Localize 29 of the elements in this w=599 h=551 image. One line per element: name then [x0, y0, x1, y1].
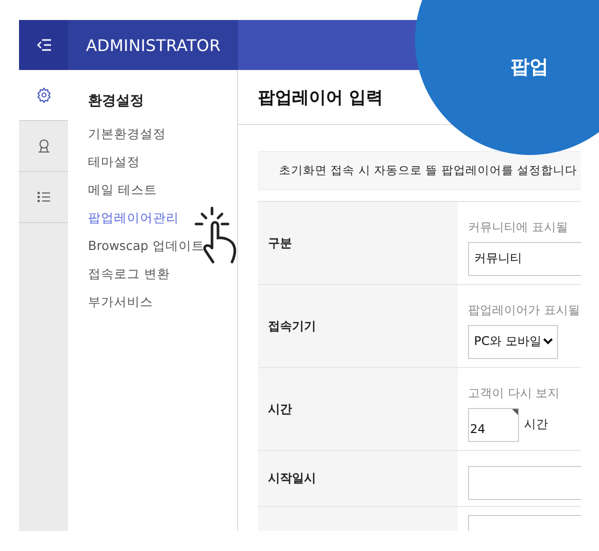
unit-label: 시간	[524, 416, 548, 433]
select-field[interactable]: PC와 모바일	[468, 324, 558, 358]
menu-link[interactable]: 팝업레이어관리	[88, 204, 237, 232]
menu-link[interactable]: 기본환경설정	[88, 120, 237, 148]
menu-link[interactable]: Browscap 업데이트	[88, 232, 237, 260]
field-hint: 커뮤니티에 표시될	[468, 218, 569, 236]
menu-link[interactable]: 테마설정	[88, 148, 237, 176]
chevron-down-icon	[543, 338, 553, 345]
form-label: 접속기기	[268, 318, 316, 334]
menu-link[interactable]: 접속로그 변환	[88, 260, 237, 288]
list-icon	[36, 189, 52, 205]
menu-heading: 환경설정	[88, 92, 145, 110]
menu-link[interactable]: 메일 테스트	[88, 176, 237, 204]
menu-toggle-button[interactable]	[19, 20, 68, 70]
form-label: 시간	[268, 400, 292, 418]
form-label: 시작일시	[268, 470, 316, 487]
select-field[interactable]: 커뮤니티	[468, 242, 581, 276]
menu-collapse-icon	[36, 39, 50, 51]
notice-text: 초기화면 접속 시 자동으로 뜰 팝업레이어를 설정합니다	[279, 163, 577, 178]
form-label: 구분	[268, 234, 292, 252]
field-hint: 팝업레이어가 표시될	[468, 302, 581, 318]
badge-label: 팝업	[510, 55, 548, 80]
corner-mark-icon	[512, 408, 518, 414]
menu-link[interactable]: 부가서비스	[88, 288, 237, 316]
field-hint: 고객이 다시 보지	[468, 384, 561, 402]
brand-title: ADMINISTRATOR	[86, 36, 221, 54]
settings-icon	[36, 87, 52, 103]
page-title: 팝업레이어 입력	[258, 86, 383, 108]
number-field[interactable]: 24	[468, 408, 519, 442]
